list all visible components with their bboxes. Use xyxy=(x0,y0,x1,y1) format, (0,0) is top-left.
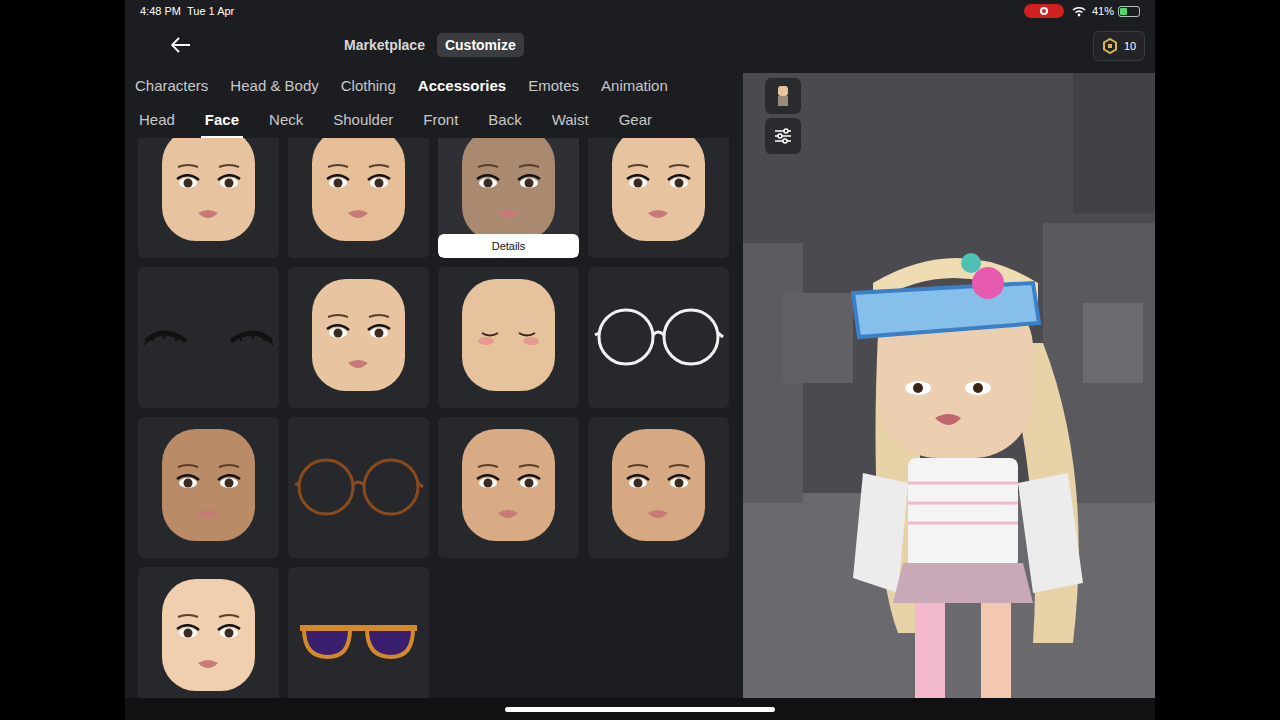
wifi-icon xyxy=(1072,6,1086,17)
item-card[interactable] xyxy=(288,138,429,258)
glasses-icon xyxy=(588,267,729,408)
category-tab[interactable]: Accessories xyxy=(418,75,506,98)
item-card[interactable] xyxy=(138,417,279,558)
item-card[interactable] xyxy=(588,267,729,408)
main: Characters Head & Body Clothing Accessories… xyxy=(125,68,1155,698)
category-tab[interactable]: Head & Body xyxy=(230,75,318,98)
category-tab[interactable]: Characters xyxy=(135,75,208,98)
subcategory-tab[interactable]: Back xyxy=(484,104,525,138)
date: Tue 1 Apr xyxy=(187,3,234,20)
item-card[interactable] xyxy=(438,267,579,408)
home-bar xyxy=(125,698,1155,720)
face-icon xyxy=(438,417,579,558)
face-icon xyxy=(138,138,279,258)
category-tab[interactable]: Emotes xyxy=(528,75,579,98)
item-card[interactable] xyxy=(138,138,279,258)
avatar-thumbnail-icon[interactable] xyxy=(765,78,801,114)
home-indicator[interactable] xyxy=(505,707,775,712)
item-card[interactable] xyxy=(288,417,429,558)
face-icon xyxy=(138,567,279,698)
item-grid-viewport: Details xyxy=(125,138,743,698)
robux-icon xyxy=(1102,38,1118,54)
subcategory-tab[interactable]: Head xyxy=(135,104,179,138)
mode-switch: MarketplaceCustomize xyxy=(336,33,524,57)
subcategory-tab[interactable]: Waist xyxy=(548,104,593,138)
subcategory-tab[interactable]: Face xyxy=(201,104,243,138)
category-tabs: Characters Head & Body Clothing Accessories… xyxy=(125,68,743,104)
item-card[interactable] xyxy=(288,267,429,408)
item-card[interactable] xyxy=(438,417,579,558)
item-card[interactable] xyxy=(288,567,429,698)
item-card[interactable]: Details xyxy=(438,138,579,258)
subcategory-tabs: Head Face Neck Shoulder Front Back Waist Gear xyxy=(125,104,743,138)
item-grid: Details xyxy=(138,138,743,698)
back-arrow-icon[interactable] xyxy=(169,35,193,55)
battery-fill xyxy=(1120,8,1127,15)
robux-amount: 10 xyxy=(1124,38,1136,55)
face-icon xyxy=(288,267,429,408)
face-icon xyxy=(588,138,729,258)
item-card[interactable] xyxy=(138,267,279,408)
mode-tab[interactable]: Marketplace xyxy=(336,33,433,57)
status-bar: 4:48 PM Tue 1 Apr 41% xyxy=(125,0,1155,22)
face-icon xyxy=(138,417,279,558)
clock: 4:48 PM xyxy=(140,3,181,20)
face-icon xyxy=(588,417,729,558)
avatar-figure xyxy=(743,73,1155,698)
item-card[interactable] xyxy=(138,567,279,698)
battery-icon xyxy=(1118,6,1140,17)
recording-indicator xyxy=(1024,4,1064,18)
top-bar: MarketplaceCustomize 10 xyxy=(125,22,1155,68)
subcategory-tab[interactable]: Shoulder xyxy=(329,104,397,138)
sunglasses-icon xyxy=(288,567,429,698)
robux-balance[interactable]: 10 xyxy=(1093,31,1145,61)
subcategory-tab[interactable]: Front xyxy=(419,104,462,138)
mode-tab[interactable]: Customize xyxy=(437,33,524,57)
settings-sliders-icon[interactable] xyxy=(765,118,801,154)
lashes-icon xyxy=(138,267,279,408)
item-card[interactable] xyxy=(588,417,729,558)
item-card[interactable] xyxy=(588,138,729,258)
avatar-viewport[interactable] xyxy=(743,73,1155,698)
catalog-panel: Characters Head & Body Clothing Accessories… xyxy=(125,68,743,698)
glasses-icon xyxy=(288,417,429,558)
face-icon xyxy=(438,267,579,408)
subcategory-tab[interactable]: Neck xyxy=(265,104,307,138)
subcategory-tab[interactable]: Gear xyxy=(615,104,656,138)
category-tab[interactable]: Clothing xyxy=(341,75,396,98)
face-icon xyxy=(288,138,429,258)
battery-percent: 41% xyxy=(1092,3,1114,20)
details-button[interactable]: Details xyxy=(438,234,579,258)
category-tab[interactable]: Animation xyxy=(601,75,668,98)
